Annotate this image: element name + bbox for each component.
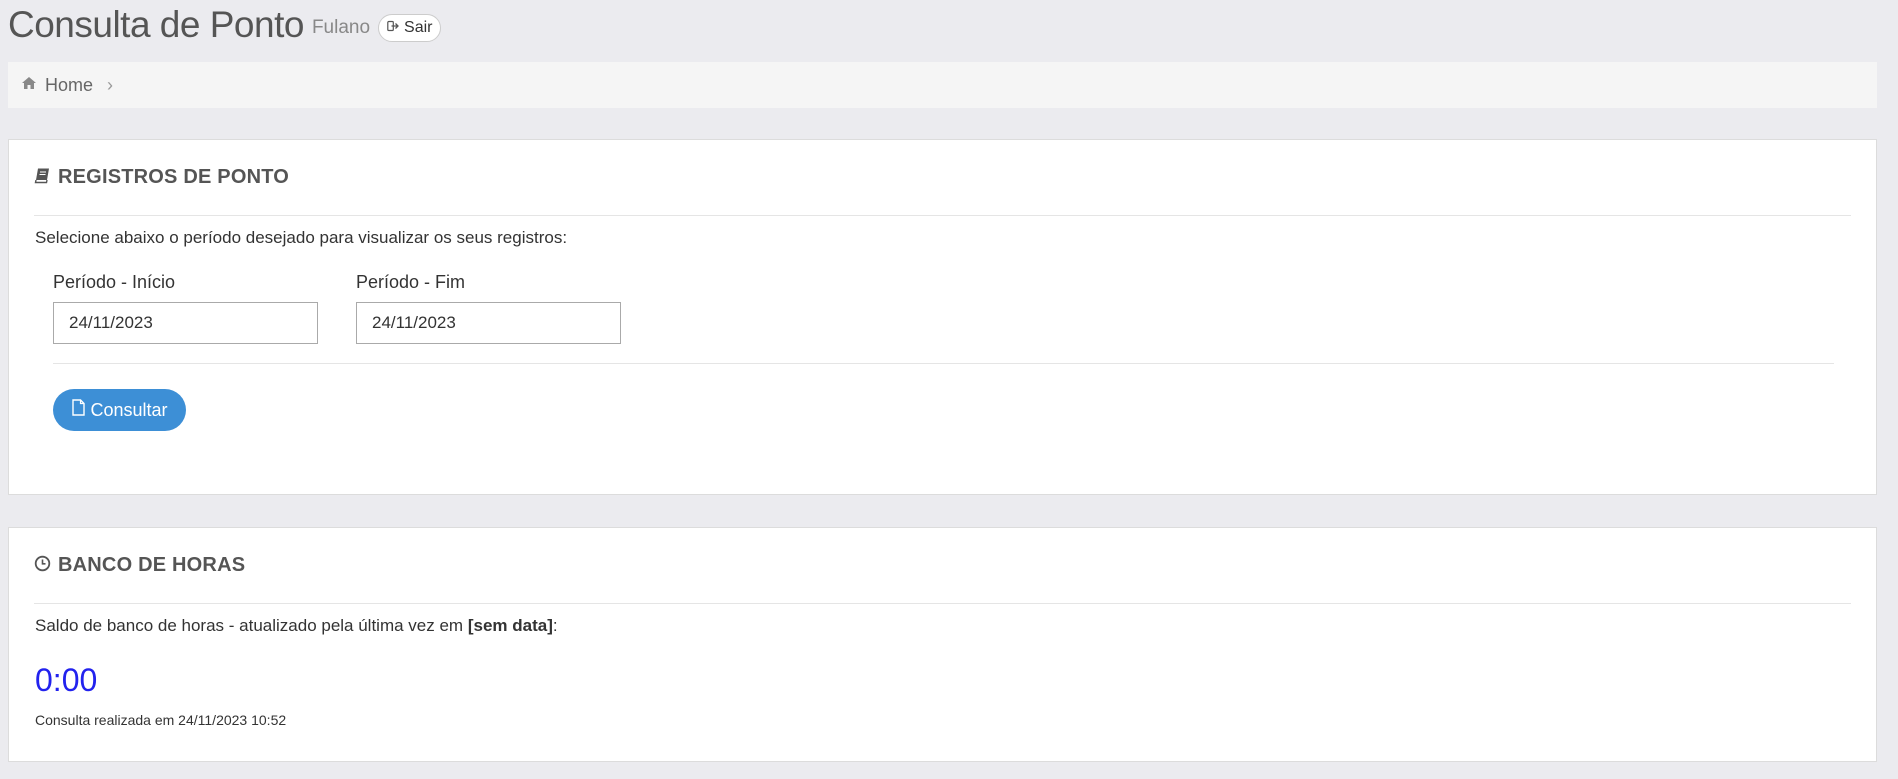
fim-label: Período - Fim xyxy=(356,272,466,292)
registros-header: REGISTROS DE PONTO xyxy=(34,140,1851,216)
user-name: Fulano xyxy=(311,17,371,38)
consultar-button[interactable]: Consultar xyxy=(53,389,186,431)
sign-out-icon xyxy=(387,19,399,37)
book-icon xyxy=(34,167,51,189)
clock-icon xyxy=(34,555,51,577)
logout-label: Sair xyxy=(404,19,433,36)
breadcrumb-home-link[interactable]: Home xyxy=(45,75,93,96)
registros-title: REGISTROS DE PONTO xyxy=(58,166,290,188)
saldo-suffix: : xyxy=(552,616,558,635)
consulta-info: Consulta realizada em 24/11/2023 10:52 xyxy=(35,712,287,728)
inicio-date-input[interactable] xyxy=(53,302,318,344)
registros-instruction: Selecione abaixo o período desejado para… xyxy=(35,228,568,247)
saldo-value: 0:00 xyxy=(35,662,98,698)
inicio-label: Período - Início xyxy=(53,272,176,292)
banco-title: BANCO DE HORAS xyxy=(58,554,246,576)
saldo-description: Saldo de banco de horas - atualizado pel… xyxy=(35,616,558,636)
home-icon xyxy=(21,75,37,96)
form-divider xyxy=(53,363,1834,364)
fim-date-input[interactable] xyxy=(356,302,621,344)
consultar-label: Consultar xyxy=(90,399,168,420)
logout-button[interactable]: Sair xyxy=(378,14,441,42)
saldo-date: [sem data] xyxy=(467,616,553,635)
registros-card: REGISTROS DE PONTO Selecione abaixo o pe… xyxy=(8,139,1877,495)
chevron-right-icon: › xyxy=(107,74,114,95)
breadcrumb: Home › xyxy=(8,62,1877,108)
banco-card: BANCO DE HORAS Saldo de banco de horas -… xyxy=(8,527,1877,762)
page-title: Consulta de Ponto xyxy=(8,4,304,45)
file-icon xyxy=(71,399,86,421)
banco-header: BANCO DE HORAS xyxy=(34,528,1851,604)
saldo-prefix: Saldo de banco de horas - atualizado pel… xyxy=(35,616,468,635)
page-header: Consulta de Ponto Fulano Sair xyxy=(8,0,441,50)
